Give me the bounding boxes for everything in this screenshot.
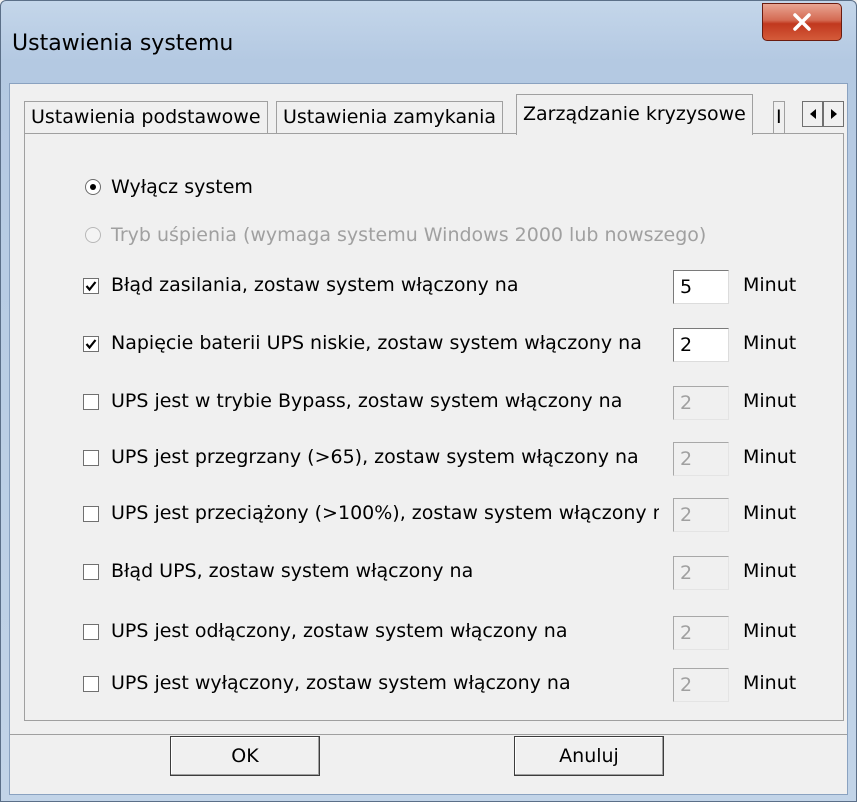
minutes-input[interactable] (673, 328, 729, 362)
close-x-icon (793, 13, 811, 31)
checkbox[interactable] (83, 394, 99, 410)
footer-divider (10, 734, 847, 735)
checkbox[interactable] (83, 624, 99, 640)
dialog-client-area: Ustawienia podstawowe Ustawienia zamykan… (9, 83, 848, 795)
radio-label: Tryb uśpienia (wymaga systemu Windows 20… (111, 224, 707, 246)
checkbox[interactable] (83, 676, 99, 692)
row-label: UPS jest przeciążony (>100%), zostaw sys… (111, 502, 659, 524)
tab-scroll-right-button[interactable] (823, 101, 844, 127)
tab-basic-settings[interactable]: Ustawienia podstawowe (24, 101, 268, 134)
tab-panel-crisis-management: Wyłącz system Tryb uśpienia (wymaga syst… (24, 133, 844, 721)
radio-sleep-mode: Tryb uśpienia (wymaga systemu Windows 20… (85, 224, 706, 246)
tab-truncated[interactable]: I (773, 101, 785, 134)
checkbox[interactable] (83, 506, 99, 522)
row-overloaded: UPS jest przeciążony (>100%), zostaw sys… (83, 498, 823, 532)
row-power-failure: Błąd zasilania, zostaw system włączony n… (83, 270, 823, 304)
checkbox[interactable] (83, 336, 99, 352)
row-label: Błąd UPS, zostaw system włączony na (111, 560, 474, 582)
tab-scroll-left-button[interactable] (802, 101, 823, 127)
cancel-button[interactable]: Anuluj (514, 736, 664, 776)
close-button[interactable] (762, 3, 842, 41)
unit-label: Minut (743, 446, 797, 468)
radio-label: Wyłącz system (111, 176, 253, 198)
row-label: Błąd zasilania, zostaw system włączony n… (111, 274, 519, 296)
unit-label: Minut (743, 502, 797, 524)
unit-label: Minut (743, 560, 797, 582)
checkbox[interactable] (83, 450, 99, 466)
row-label: Napięcie baterii UPS niskie, zostaw syst… (111, 332, 642, 354)
row-ups-error: Błąd UPS, zostaw system włączony na Minu… (83, 556, 823, 590)
window-title: Ustawienia systemu (12, 31, 234, 56)
tab-scroller (802, 101, 844, 127)
radio-button[interactable] (85, 179, 101, 195)
minutes-input (673, 616, 729, 650)
minutes-input (673, 556, 729, 590)
row-label: UPS jest wyłączony, zostaw system włączo… (111, 672, 571, 694)
triangle-right-icon (830, 109, 837, 119)
minutes-input (673, 442, 729, 476)
row-low-battery: Napięcie baterii UPS niskie, zostaw syst… (83, 328, 823, 362)
radio-button (85, 227, 101, 243)
tab-crisis-management[interactable]: Zarządzanie kryzysowe (516, 94, 753, 135)
triangle-left-icon (809, 109, 816, 119)
row-disconnected: UPS jest odłączony, zostaw system włączo… (83, 616, 823, 650)
radio-shutdown-system[interactable]: Wyłącz system (85, 176, 253, 198)
checkmark-icon (85, 339, 97, 350)
checkbox[interactable] (83, 278, 99, 294)
unit-label: Minut (743, 390, 797, 412)
minutes-input (673, 386, 729, 420)
dialog-window: Ustawienia systemu Ustawienia podstawowe… (0, 0, 857, 802)
ok-button[interactable]: OK (170, 736, 320, 776)
minutes-input[interactable] (673, 270, 729, 304)
checkmark-icon (85, 281, 97, 292)
unit-label: Minut (743, 274, 797, 296)
row-label: UPS jest w trybie Bypass, zostaw system … (111, 390, 623, 412)
title-bar[interactable]: Ustawienia systemu (1, 1, 856, 81)
tab-shutdown-settings[interactable]: Ustawienia zamykania (276, 101, 504, 134)
row-turned-off: UPS jest wyłączony, zostaw system włączo… (83, 668, 823, 702)
unit-label: Minut (743, 332, 797, 354)
checkbox[interactable] (83, 564, 99, 580)
unit-label: Minut (743, 620, 797, 642)
row-label: UPS jest odłączony, zostaw system włączo… (111, 620, 568, 642)
minutes-input (673, 498, 729, 532)
row-overheated: UPS jest przegrzany (>65), zostaw system… (83, 442, 823, 476)
tab-strip: Ustawienia podstawowe Ustawienia zamykan… (24, 94, 844, 135)
unit-label: Minut (743, 672, 797, 694)
row-bypass-mode: UPS jest w trybie Bypass, zostaw system … (83, 386, 823, 420)
minutes-input (673, 668, 729, 702)
row-label: UPS jest przegrzany (>65), zostaw system… (111, 446, 639, 468)
